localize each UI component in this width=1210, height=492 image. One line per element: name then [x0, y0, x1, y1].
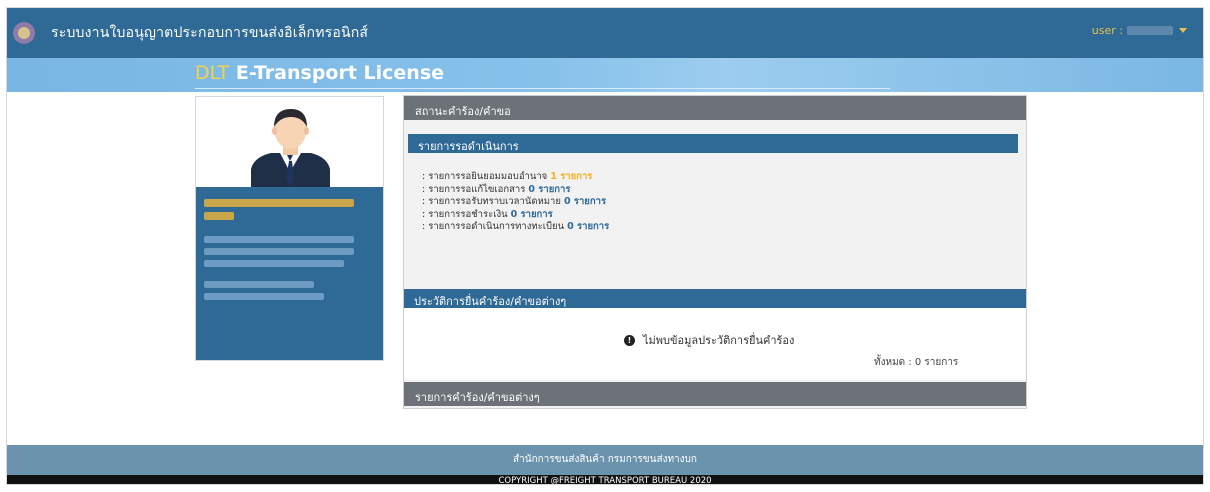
pending-list: : รายการรอยินยอมมอบอำนาจ 1 รายการ : รายก… [422, 171, 1018, 234]
pending-item-count[interactable]: 0 รายการ [511, 209, 553, 220]
banner-dlt: DLT [195, 62, 230, 84]
banner-title: DLT E-Transport License [195, 62, 444, 84]
status-panel-title: สถานะคำร้อง/คำขอ [404, 96, 1026, 120]
system-title: ระบบงานใบอนุญาตประกอบการขนส่งอิเล็กทรอนิ… [51, 25, 369, 41]
banner-app-name: E-Transport License [235, 62, 445, 84]
user-menu[interactable]: user : [1092, 24, 1187, 37]
pending-item-label: : รายการรอดำเนินการทางทะเบียน [422, 221, 565, 232]
license-no-redacted [204, 281, 314, 288]
profile-details-redacted [196, 187, 383, 317]
pending-item[interactable]: : รายการรอแก้ไขเอกสาร 0 รายการ [422, 184, 1018, 197]
company-name-redacted-2 [204, 212, 234, 220]
history-total: ทั้งหมด : 0 รายการ [874, 357, 959, 368]
pending-item[interactable]: : รายการรอรับทราบเวลานัดหมาย 0 รายการ [422, 196, 1018, 209]
company-name-redacted [204, 199, 354, 207]
top-navbar: ระบบงานใบอนุญาตประกอบการขนส่งอิเล็กทรอนิ… [7, 8, 1203, 58]
pending-item-count[interactable]: 0 รายการ [528, 184, 570, 195]
pending-section: รายการรอดำเนินการ : รายการรอยินยอมมอบอำน… [408, 134, 1018, 234]
app-window: ระบบงานใบอนุญาตประกอบการขนส่งอิเล็กทรอนิ… [6, 7, 1204, 485]
pending-item-count[interactable]: 1 รายการ [550, 171, 592, 182]
address-redacted [204, 236, 354, 243]
pending-item-count[interactable]: 0 รายการ [564, 196, 606, 207]
history-title: ประวัติการยื่นคำร้อง/คำขอต่างๆ [404, 289, 1026, 308]
pending-item[interactable]: : รายการรอดำเนินการทางทะเบียน 0 รายการ [422, 221, 1018, 234]
pending-item-label: : รายการรอรับทราบเวลานัดหมาย [422, 196, 561, 207]
banner-divider [195, 88, 890, 89]
requests-section-header[interactable]: รายการคำร้อง/คำขอต่างๆ [404, 382, 1026, 406]
user-label: user : [1091, 24, 1123, 37]
license-date-redacted [204, 293, 324, 300]
address-redacted-2 [204, 248, 354, 255]
empty-history-text: ไม่พบข้อมูลประวัติการยื่นคำร้อง [643, 334, 795, 347]
pending-item[interactable]: : รายการรอยินยอมมอบอำนาจ 1 รายการ [422, 171, 1018, 184]
pending-item[interactable]: : รายการรอชำระเงิน 0 รายการ [422, 209, 1018, 222]
pending-item-label: : รายการรอชำระเงิน [422, 208, 508, 220]
businessman-avatar-icon [196, 97, 383, 187]
pending-item-count[interactable]: 0 รายการ [567, 221, 609, 232]
footer-org: สำนักการขนส่งสินค้า กรมการขนส่งทางบก [7, 445, 1203, 475]
banner: DLT E-Transport License [7, 58, 1203, 92]
pending-item-label: : รายการรอแก้ไขเอกสาร [422, 183, 526, 195]
pending-item-label: : รายการรอยินยอมมอบอำนาจ [422, 171, 548, 182]
address-redacted-3 [204, 260, 344, 267]
footer-copyright: COPYRIGHT @FREIGHT TRANSPORT BUREAU 2020 [7, 475, 1203, 484]
empty-history-message: ! ไม่พบข้อมูลประวัติการยื่นคำร้อง [624, 331, 794, 349]
history-section: ประวัติการยื่นคำร้อง/คำขอต่างๆ ! ไม่พบข้… [404, 289, 1026, 380]
profile-card [195, 96, 384, 361]
status-panel: สถานะคำร้อง/คำขอ รายการรอดำเนินการ : ราย… [403, 95, 1027, 409]
emblem-icon [13, 22, 35, 44]
pending-title: รายการรอดำเนินการ [408, 134, 1018, 153]
user-name-redacted [1127, 26, 1173, 35]
info-circle-icon: ! [624, 334, 635, 346]
caret-down-icon [1179, 28, 1187, 33]
